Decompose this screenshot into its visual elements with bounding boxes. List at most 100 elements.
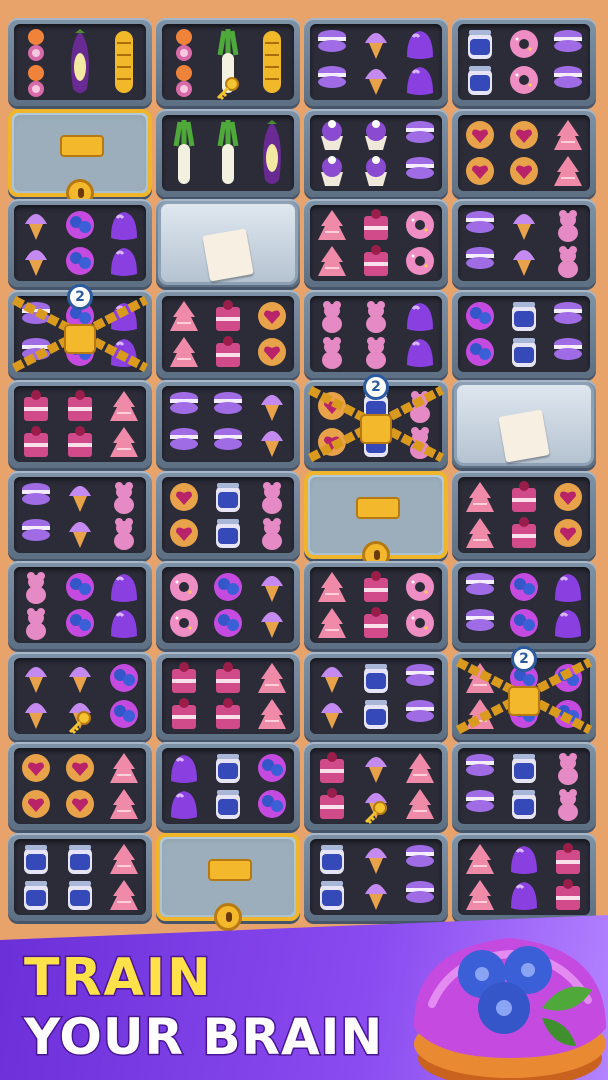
berry-cake-icon[interactable] — [167, 697, 201, 731]
shelf[interactable] — [8, 108, 152, 207]
blueberry-donut-icon[interactable] — [463, 299, 497, 333]
macaron-icon[interactable] — [463, 751, 497, 785]
shelf[interactable] — [8, 742, 152, 830]
ice-cream-icon[interactable] — [19, 208, 53, 242]
shelf[interactable] — [156, 832, 300, 931]
macaron-icon[interactable] — [403, 697, 437, 731]
watermelon-cake-icon[interactable] — [315, 208, 349, 242]
jelly-icon[interactable] — [403, 299, 437, 333]
macaron-icon[interactable] — [167, 389, 201, 423]
glass-lock-cover[interactable] — [156, 832, 300, 931]
gummy-bear-icon[interactable] — [255, 480, 289, 514]
jelly-icon[interactable] — [403, 63, 437, 97]
heart-cookie-icon[interactable] — [63, 751, 97, 785]
jam-jar-icon[interactable] — [359, 697, 393, 731]
macaron-icon[interactable] — [211, 425, 245, 459]
jelly-icon[interactable] — [551, 570, 585, 604]
jelly-icon[interactable] — [551, 606, 585, 640]
shelf[interactable] — [156, 18, 300, 106]
heart-cookie-icon[interactable] — [19, 751, 53, 785]
jam-jar-icon[interactable] — [19, 842, 53, 876]
donut-icon[interactable] — [403, 570, 437, 604]
onion-icon[interactable] — [19, 27, 53, 61]
watermelon-cake-icon[interactable] — [463, 878, 497, 912]
watermelon-cake-icon[interactable] — [315, 244, 349, 278]
jam-jar-icon[interactable] — [315, 878, 349, 912]
shelf[interactable] — [156, 199, 300, 287]
eggplant-icon[interactable] — [255, 118, 289, 188]
donut-icon[interactable] — [167, 606, 201, 640]
cupcake-icon[interactable] — [315, 118, 349, 152]
ice-cream-icon[interactable] — [507, 208, 541, 242]
leek-icon[interactable] — [167, 118, 201, 188]
macaron-icon[interactable] — [211, 389, 245, 423]
blueberry-donut-icon[interactable] — [507, 606, 541, 640]
jelly-icon[interactable] — [107, 570, 141, 604]
ice-cream-icon[interactable] — [359, 842, 393, 876]
heart-cookie-icon[interactable] — [19, 787, 53, 821]
watermelon-cake-icon[interactable] — [107, 425, 141, 459]
shelf[interactable] — [304, 651, 448, 740]
gummy-bear-icon[interactable] — [19, 570, 53, 604]
blueberry-donut-icon[interactable] — [63, 606, 97, 640]
gummy-bear-icon[interactable] — [551, 208, 585, 242]
macaron-icon[interactable] — [315, 27, 349, 61]
heart-cookie-icon[interactable] — [255, 299, 289, 333]
ice-cream-icon[interactable] — [63, 516, 97, 550]
shelf[interactable] — [452, 108, 596, 197]
shelf[interactable] — [452, 289, 596, 378]
berry-cake-icon[interactable] — [359, 208, 393, 242]
heart-cookie-icon[interactable] — [167, 480, 201, 514]
heart-cookie-icon[interactable] — [463, 154, 497, 188]
corn-icon[interactable] — [255, 27, 289, 97]
berry-cake-icon[interactable] — [19, 425, 53, 459]
shelf[interactable] — [452, 199, 596, 287]
watermelon-cake-icon[interactable] — [107, 389, 141, 423]
berry-cake-icon[interactable] — [211, 299, 245, 333]
ice-cream-icon[interactable] — [359, 751, 393, 785]
heart-cookie-icon[interactable] — [167, 516, 201, 550]
macaron-icon[interactable] — [463, 570, 497, 604]
macaron-icon[interactable] — [463, 244, 497, 278]
berry-cake-icon[interactable] — [359, 606, 393, 640]
ice-cream-icon[interactable] — [359, 27, 393, 61]
shelf[interactable] — [452, 18, 596, 106]
berry-cake-icon[interactable] — [167, 661, 201, 695]
ice-cream-icon[interactable] — [19, 661, 53, 695]
berry-cake-icon[interactable] — [315, 787, 349, 821]
jelly-icon[interactable] — [167, 787, 201, 821]
glass-lock-cover[interactable] — [304, 470, 448, 569]
jelly-icon[interactable] — [403, 27, 437, 61]
heart-cookie-icon[interactable] — [255, 335, 289, 369]
shelf[interactable] — [452, 470, 596, 559]
donut-icon[interactable] — [403, 244, 437, 278]
jelly-icon[interactable] — [107, 606, 141, 640]
heart-cookie-icon[interactable] — [507, 154, 541, 188]
ice-cream-icon[interactable] — [19, 697, 53, 731]
blueberry-donut-icon[interactable] — [63, 244, 97, 278]
watermelon-cake-icon[interactable] — [463, 516, 497, 550]
ice-cream-icon[interactable] — [315, 661, 349, 695]
heart-cookie-icon[interactable] — [551, 516, 585, 550]
berry-cake-icon[interactable] — [551, 842, 585, 876]
cupcake-icon[interactable] — [359, 154, 393, 188]
cupcake-icon[interactable] — [315, 154, 349, 188]
ice-cream-icon[interactable] — [507, 244, 541, 278]
watermelon-cake-icon[interactable] — [255, 661, 289, 695]
macaron-icon[interactable] — [551, 63, 585, 97]
macaron-icon[interactable] — [403, 842, 437, 876]
donut-icon[interactable] — [507, 27, 541, 61]
blueberry-donut-icon[interactable] — [211, 570, 245, 604]
glass-lock-cover[interactable] — [8, 108, 152, 207]
macaron-icon[interactable] — [463, 606, 497, 640]
jam-jar-icon[interactable] — [19, 878, 53, 912]
ice-cream-icon[interactable] — [255, 425, 289, 459]
jelly-icon[interactable] — [403, 335, 437, 369]
jelly-icon[interactable] — [507, 878, 541, 912]
shelf[interactable] — [452, 561, 596, 649]
ice-cream-icon[interactable] — [19, 244, 53, 278]
gummy-bear-icon[interactable] — [19, 606, 53, 640]
macaron-icon[interactable] — [403, 118, 437, 152]
shelf[interactable] — [304, 289, 448, 378]
berry-cake-icon[interactable] — [211, 335, 245, 369]
